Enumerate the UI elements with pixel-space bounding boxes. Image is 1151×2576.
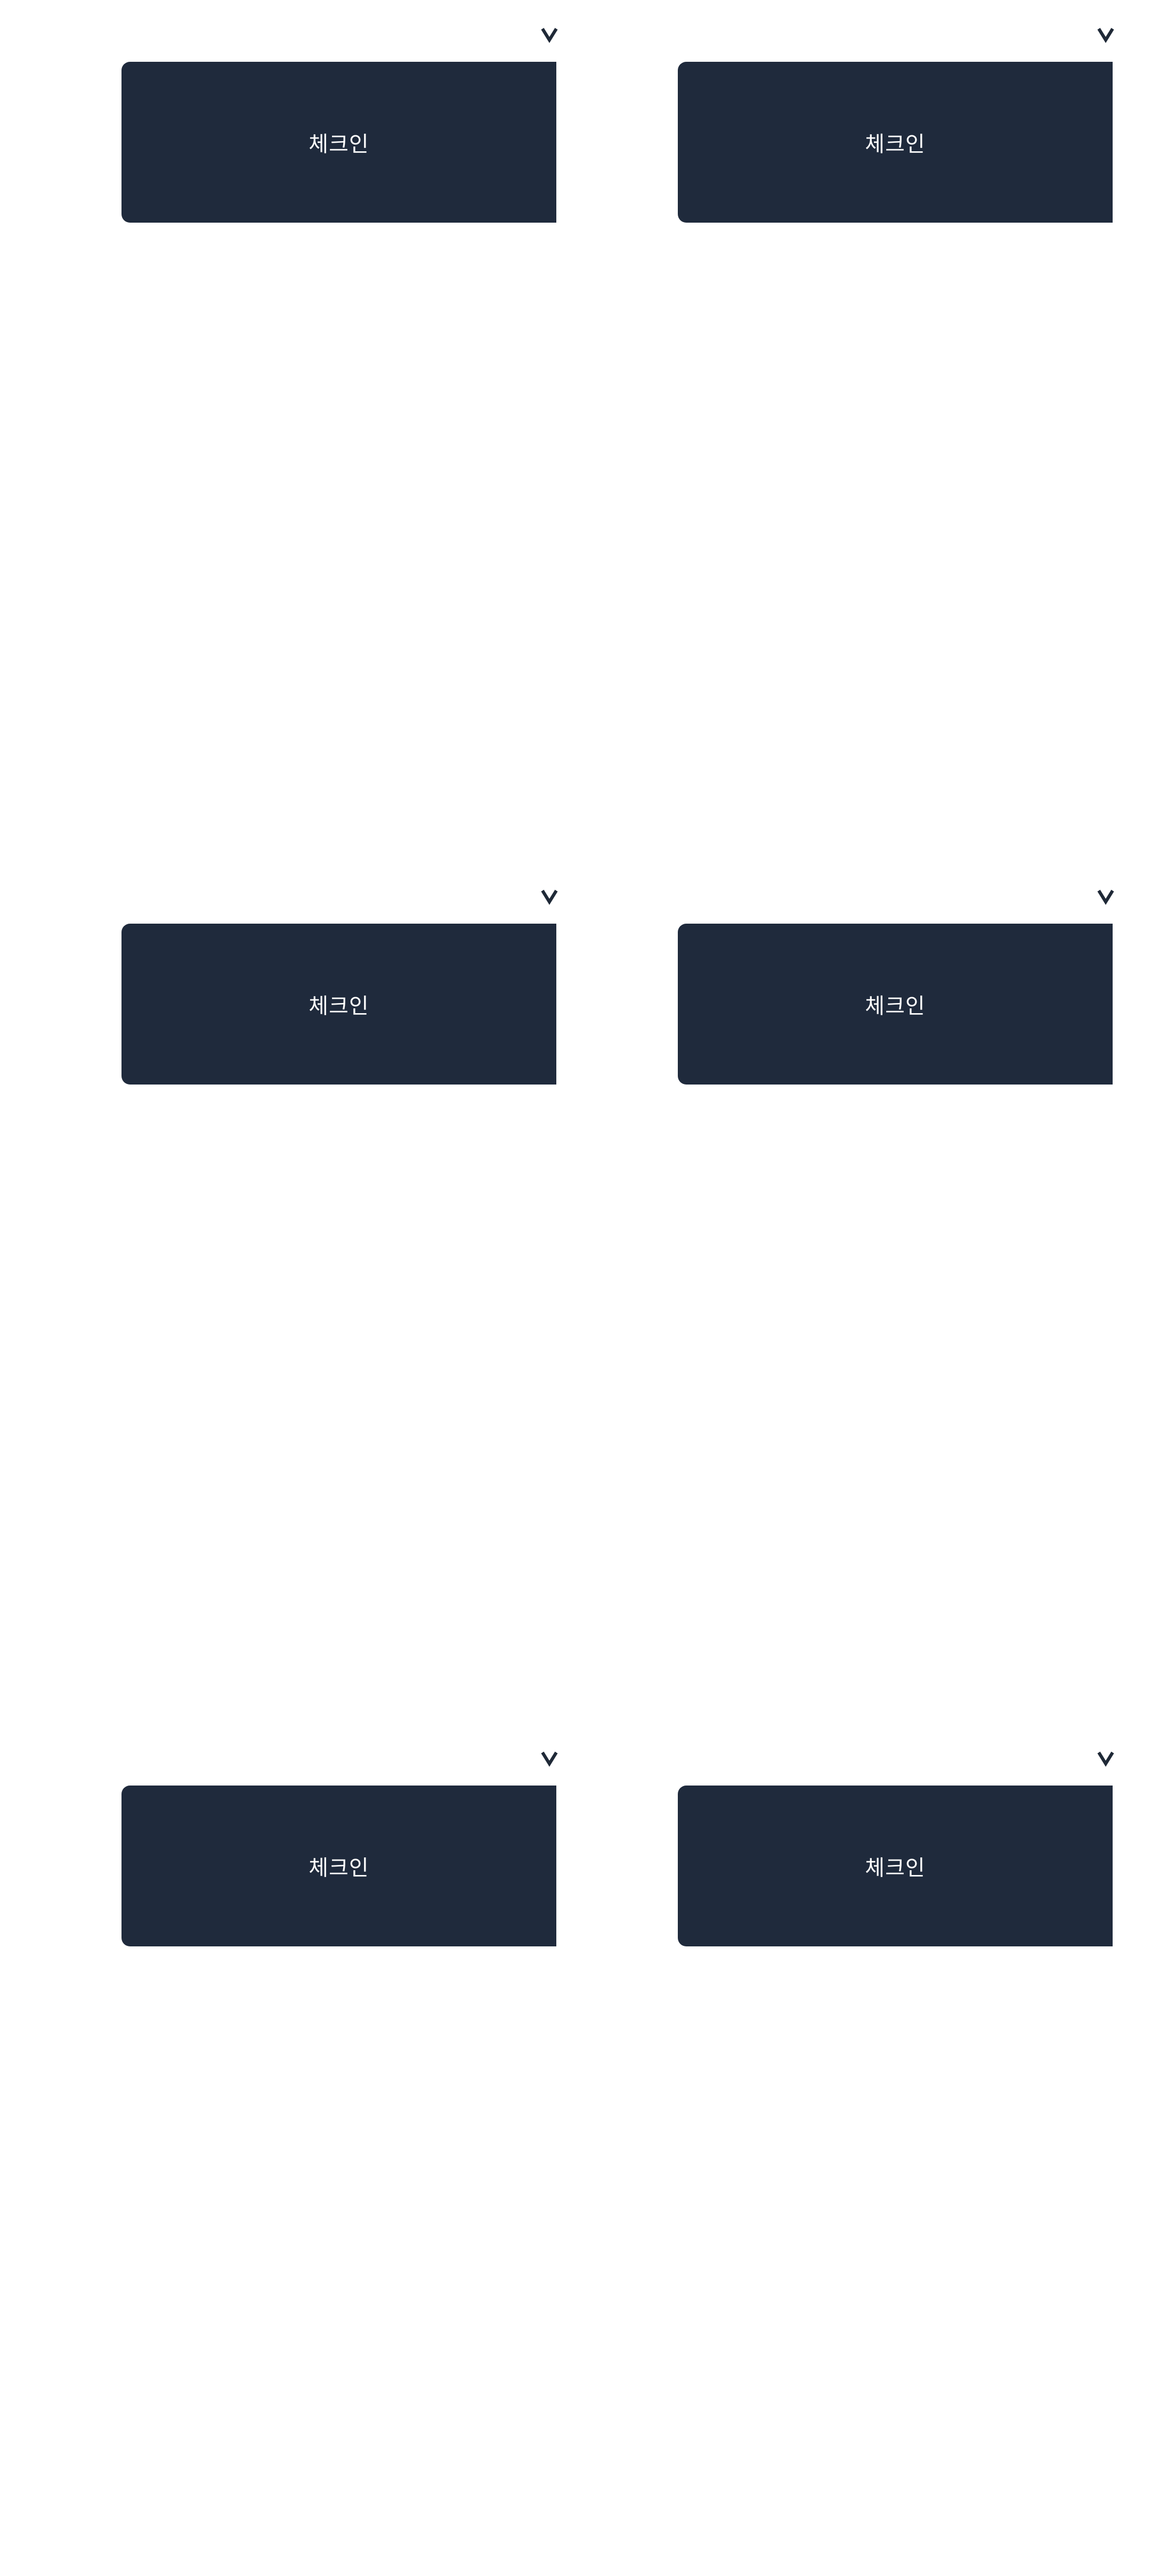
checkin-button[interactable]: 체크인 <box>678 924 1113 1085</box>
checkin-button[interactable]: 체크인 <box>121 1786 556 1946</box>
checkin-card: 체크인 <box>556 0 1115 852</box>
checkin-button-label: 체크인 <box>865 994 926 1018</box>
chevron-down-icon[interactable] <box>1096 1747 1115 1768</box>
checkin-card: 체크인 <box>0 862 558 1714</box>
checkin-button[interactable]: 체크인 <box>121 924 556 1085</box>
checkin-button[interactable]: 체크인 <box>678 62 1113 223</box>
checkin-card: 체크인 <box>0 1724 558 2576</box>
checkin-button-label: 체크인 <box>865 1856 926 1880</box>
checkin-button-label: 체크인 <box>865 132 926 157</box>
checkin-card: 체크인 <box>556 1724 1115 2576</box>
checkin-card: 체크인 <box>0 0 558 852</box>
checkin-button-label: 체크인 <box>309 132 369 157</box>
chevron-down-icon[interactable] <box>1096 23 1115 45</box>
checkin-button-label: 체크인 <box>309 1856 369 1880</box>
checkin-button[interactable]: 체크인 <box>678 1786 1113 1946</box>
checkin-button-label: 체크인 <box>309 994 369 1018</box>
chevron-down-icon[interactable] <box>1096 885 1115 907</box>
checkin-button[interactable]: 체크인 <box>121 62 556 223</box>
checkin-card: 체크인 <box>556 862 1115 1714</box>
